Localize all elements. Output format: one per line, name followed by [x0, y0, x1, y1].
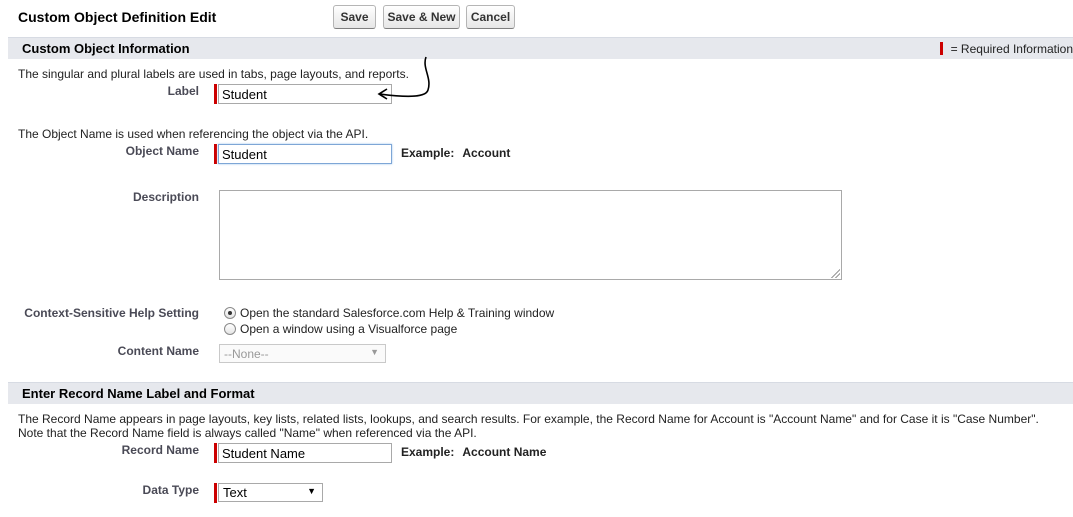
required-legend-text: = Required Information: [950, 42, 1073, 56]
help-setting-label: Context-Sensitive Help Setting: [24, 306, 199, 320]
section-title: Enter Record Name Label and Format: [22, 386, 255, 401]
section-header-custom-object-information: Custom Object Information = Required Inf…: [8, 37, 1073, 59]
radio-unselected-icon[interactable]: [224, 323, 236, 335]
save-and-new-button[interactable]: Save & New: [383, 5, 460, 29]
object-name-help-text: The Object Name is used when referencing…: [18, 127, 369, 141]
help-option-standard-label: Open the standard Salesforce.com Help & …: [240, 306, 555, 320]
description-label: Description: [132, 190, 199, 204]
required-indicator-icon: [214, 443, 217, 463]
required-indicator-icon: [214, 144, 217, 164]
save-button[interactable]: Save: [333, 5, 376, 29]
required-legend: = Required Information: [939, 42, 1073, 56]
section-header-record-name: Enter Record Name Label and Format: [8, 382, 1073, 404]
page-title: Custom Object Definition Edit: [18, 9, 217, 25]
record-name-input[interactable]: [218, 443, 392, 463]
data-type-value: Text: [223, 485, 247, 500]
content-name-label: Content Name: [117, 344, 199, 358]
object-name-example: Example: Account: [401, 146, 510, 160]
section-title: Custom Object Information: [22, 41, 190, 56]
dropdown-arrow-icon: ▼: [370, 347, 379, 357]
annotation-arrow-icon: [377, 56, 430, 100]
dropdown-arrow-icon: ▼: [307, 486, 316, 496]
help-option-standard[interactable]: Open the standard Salesforce.com Help & …: [224, 306, 554, 320]
required-indicator-icon: [939, 42, 943, 55]
labels-help-text: The singular and plural labels are used …: [18, 67, 409, 81]
cancel-button[interactable]: Cancel: [466, 5, 515, 29]
record-name-label: Record Name: [121, 443, 199, 457]
data-type-select[interactable]: Text ▼: [218, 483, 323, 502]
example-label: Example:: [401, 146, 455, 160]
data-type-label: Data Type: [142, 483, 199, 497]
record-name-help-line-2: Note that the Record Name field is alway…: [18, 426, 477, 440]
label-input[interactable]: [218, 84, 392, 104]
record-name-help-line-1: The Record Name appears in page layouts,…: [18, 412, 1039, 426]
description-textarea[interactable]: [219, 190, 842, 280]
radio-selected-icon[interactable]: [224, 307, 236, 319]
example-label: Example:: [401, 445, 455, 459]
object-name-input[interactable]: [218, 144, 392, 164]
example-value: Account: [462, 146, 511, 160]
record-name-example: Example: Account Name: [401, 445, 546, 459]
required-indicator-icon: [214, 84, 217, 104]
label-field-label: Label: [167, 84, 199, 98]
required-indicator-icon: [214, 483, 217, 503]
example-value: Account Name: [462, 445, 547, 459]
content-name-value: --None--: [224, 347, 269, 361]
help-option-visualforce[interactable]: Open a window using a Visualforce page: [224, 322, 457, 336]
object-name-label: Object Name: [125, 144, 199, 158]
help-option-visualforce-label: Open a window using a Visualforce page: [240, 322, 458, 336]
content-name-select[interactable]: --None-- ▼: [219, 344, 386, 363]
resize-grip-icon[interactable]: [831, 269, 840, 278]
